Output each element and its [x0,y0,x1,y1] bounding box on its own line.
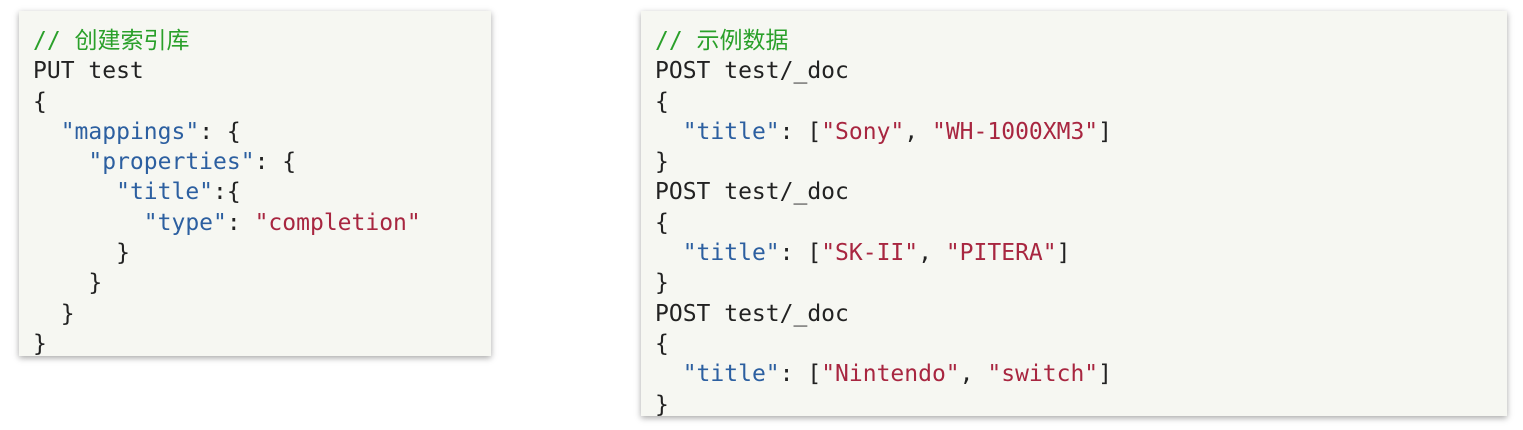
json-string: "Nintendo" [821,361,960,388]
code-line: // 示例数据 [655,26,1507,56]
code-line: } [655,390,1507,420]
code-line: } [655,268,1507,298]
code-line: } [33,329,491,359]
json-key: "properties" [88,149,255,176]
code-text: } [33,270,103,297]
code-text: { [655,209,669,236]
code-line: { [33,87,491,117]
code-text: { [33,88,47,115]
json-key: "title" [682,240,780,267]
code-line: POST test/_doc [655,299,1507,329]
code-text: } [33,240,130,267]
json-key: "title" [682,361,780,388]
code-line: { [655,87,1507,117]
code-text: : [ [779,240,822,267]
create-index-code-block: // 创建索引库 PUT test{ "mappings": { "propert… [19,11,491,359]
code-text: } [655,270,669,297]
json-string: "Sony" [821,118,905,145]
code-line: PUT test [33,56,491,86]
json-key: "title" [116,179,214,206]
code-text: } [655,391,669,418]
json-string: "SK-II" [821,240,919,267]
json-string: "PITERA" [945,240,1057,267]
code-text: : [ [779,118,822,145]
code-text: { [655,88,669,115]
code-line: "title": ["Sony", "WH-1000XM3"] [655,117,1507,147]
json-string: "completion" [254,209,421,236]
code-line: { [655,208,1507,238]
json-key: "mappings" [60,118,200,145]
code-line: POST test/_doc [655,177,1507,207]
json-string: "switch" [987,361,1099,388]
code-line: } [33,238,491,268]
json-key: "title" [682,118,780,145]
code-text: , [904,118,932,145]
code-line: } [33,268,491,298]
json-key: "type" [143,209,227,236]
code-comment: // 示例数据 [655,28,789,54]
code-text: : [ [779,361,822,388]
code-line: } [655,147,1507,177]
code-text: } [33,300,75,327]
code-line: // 创建索引库 [33,26,491,56]
code-text: } [655,149,669,176]
code-line: { [655,329,1507,359]
code-text: POST test/_doc [655,179,849,206]
code-text: : { [199,118,241,145]
code-text: ] [1098,118,1113,145]
code-line: "title":{ [33,177,491,207]
code-text: : { [254,149,297,176]
code-line: "mappings": { [33,117,491,147]
code-text: , [918,240,946,267]
sample-data-code-block: // 示例数据 POST test/_doc{ "title": ["Sony",… [641,11,1507,418]
code-text: PUT test [33,58,144,85]
code-comment: // 创建索引库 [33,28,190,54]
code-text: } [33,330,47,357]
code-line: "type": "completion" [33,208,491,238]
code-text: : [226,209,255,236]
code-text: { [655,330,669,357]
code-line: POST test/_doc [655,56,1507,86]
code-lines: // 创建索引库 PUT test{ "mappings": { "propert… [33,26,491,359]
code-text: POST test/_doc [655,300,849,327]
code-text: ] [1056,240,1071,267]
code-text: :{ [213,179,241,206]
code-line: "title": ["Nintendo", "switch"] [655,359,1507,389]
code-line: } [33,299,491,329]
code-text: POST test/_doc [655,58,849,85]
code-lines: // 示例数据 POST test/_doc{ "title": ["Sony",… [655,26,1507,420]
json-string: "WH-1000XM3" [931,118,1099,145]
code-text: ] [1098,361,1113,388]
code-line: "title": ["SK-II", "PITERA"] [655,238,1507,268]
code-line: "properties": { [33,147,491,177]
code-text: , [959,361,988,388]
